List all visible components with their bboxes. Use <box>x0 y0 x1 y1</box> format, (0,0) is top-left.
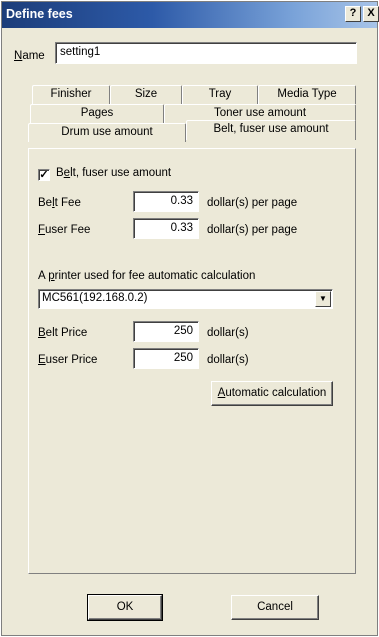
define-fees-dialog: Define fees ? X Name setting1 Finisher S… <box>1 1 379 636</box>
tab-size[interactable]: Size <box>110 85 182 104</box>
fuser-fee-value: 0.33 <box>170 222 193 234</box>
chevron-down-icon[interactable]: ▼ <box>315 291 331 307</box>
automatic-calculation-button[interactable]: Automatic calculation <box>211 381 333 406</box>
name-input[interactable]: setting1 <box>55 42 357 64</box>
help-button[interactable]: ? <box>345 6 361 22</box>
close-button[interactable]: X <box>363 6 379 22</box>
fuser-price-label: Euser Price <box>38 354 98 366</box>
belt-fee-label: Belt Fee <box>38 197 81 209</box>
tab-pages[interactable]: Pages <box>30 104 164 123</box>
tab-drum-use-amount[interactable]: Drum use amount <box>28 123 186 142</box>
belt-price-value: 250 <box>173 325 193 337</box>
belt-price-input[interactable]: 250 <box>133 321 199 342</box>
fuser-price-unit: dollar(s) <box>207 354 249 366</box>
tab-belt-fuser-use-amount[interactable]: Belt, fuser use amount <box>186 120 356 140</box>
belt-price-unit: dollar(s) <box>207 327 249 339</box>
name-label: Name <box>14 50 45 62</box>
printer-select[interactable]: MC561(192.168.0.2) ▼ <box>38 289 333 309</box>
fuser-fee-unit: dollar(s) per page <box>207 224 298 236</box>
belt-price-label: Belt Price <box>38 327 88 339</box>
tab-tray[interactable]: Tray <box>182 85 258 104</box>
fuser-fee-label: Fuser Fee <box>38 224 91 236</box>
belt-fee-input[interactable]: 0.33 <box>133 191 199 212</box>
belt-fee-unit: dollar(s) per page <box>207 197 298 209</box>
title-bar: Define fees ? X <box>2 2 379 28</box>
ok-button[interactable]: OK <box>87 594 163 621</box>
printer-select-value: MC561(192.168.0.2) <box>42 292 148 304</box>
name-input-value: setting1 <box>60 46 101 58</box>
belt-fuser-panel: ✓ Belt, fuser use amount Belt Fee 0.33 d… <box>28 148 356 574</box>
belt-fuser-checkbox[interactable]: ✓ <box>38 169 50 181</box>
fuser-price-value: 250 <box>173 352 193 364</box>
belt-fuser-checkbox-label: Belt, fuser use amount <box>56 167 172 179</box>
fuser-fee-input[interactable]: 0.33 <box>133 218 199 239</box>
tab-media-type[interactable]: Media Type <box>258 85 356 104</box>
tab-finisher[interactable]: Finisher <box>32 85 110 104</box>
printer-select-label: A printer used for fee automatic calcula… <box>38 270 256 282</box>
fuser-price-input[interactable]: 250 <box>133 348 199 369</box>
belt-fee-value: 0.33 <box>170 195 193 207</box>
window-title: Define fees <box>6 7 73 21</box>
cancel-button[interactable]: Cancel <box>231 595 319 620</box>
